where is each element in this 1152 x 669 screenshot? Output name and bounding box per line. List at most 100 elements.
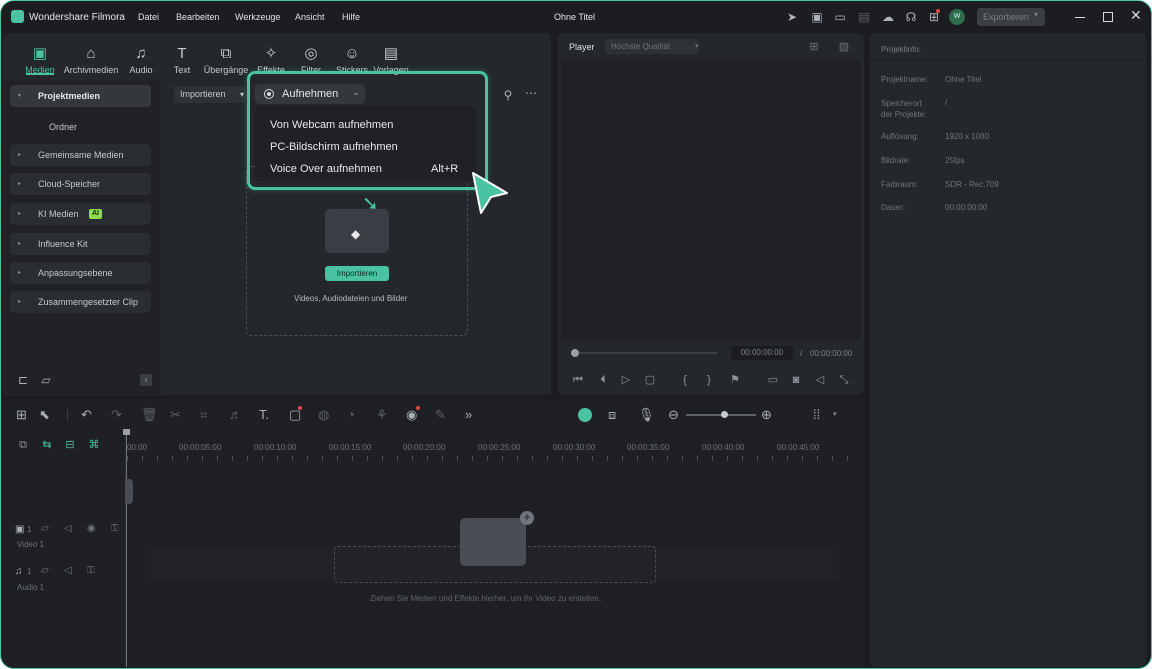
crop-icon[interactable]: ⌗	[200, 407, 207, 423]
text-tool-icon[interactable]: T.	[259, 407, 269, 422]
ai-companion-icon[interactable]	[578, 408, 592, 422]
send-icon[interactable]: ➤	[784, 9, 800, 25]
maximize-icon[interactable]	[1103, 12, 1113, 22]
volume-icon[interactable]: ◁	[64, 565, 72, 576]
group-track-icon[interactable]: ⊟	[62, 437, 78, 453]
zoom-slider-handle[interactable]	[721, 411, 728, 418]
tab-archivmedien[interactable]: ⌂ Archivmedien	[63, 45, 119, 75]
ruler-tick-label: 00:00:40:00	[702, 443, 745, 452]
grid-view-icon[interactable]: ⊞	[806, 39, 822, 55]
volume-icon[interactable]: ◁	[64, 523, 72, 534]
record-dropdown-button[interactable]: Aufnehmen ⌄	[255, 84, 365, 104]
tab-audio[interactable]: ♫ Audio	[127, 45, 155, 75]
snap-icon[interactable]: ⌘	[86, 437, 102, 453]
layout-icon[interactable]: ▭	[832, 9, 848, 25]
quality-dropdown[interactable]: Höchste Qualität ▾	[605, 39, 699, 54]
title-bar: Wondershare Filmora Datei Bearbeiten Wer…	[1, 1, 1151, 33]
playhead-line[interactable]	[126, 431, 127, 667]
new-folder-icon[interactable]: ⊏	[15, 372, 31, 388]
cloud-icon[interactable]: ☁	[880, 9, 896, 25]
scissors-icon[interactable]: ✂	[170, 407, 181, 423]
sidebar-item-ordner[interactable]: Ordner	[49, 122, 77, 132]
progress-track[interactable]	[579, 352, 717, 354]
ruler-tick-label: 00:00	[127, 443, 148, 452]
tab-text[interactable]: T Text	[168, 45, 196, 75]
template-icon: ▤	[383, 45, 399, 62]
info-value-duration: 00:00:00:00	[945, 203, 988, 212]
microphone-icon[interactable]: 🎙	[638, 407, 655, 423]
link-track-icon[interactable]: ⇆	[39, 437, 55, 453]
menu-bearbeiten[interactable]: Bearbeiten	[176, 12, 220, 22]
sidebar-item-projektmedien[interactable]: ▾ Projektmedien	[10, 85, 151, 107]
speed-icon[interactable]: ◔	[347, 407, 355, 422]
play-icon[interactable]: ▷	[618, 372, 634, 388]
chevron-down-icon[interactable]: ▾	[833, 410, 837, 418]
filter-sort-icon[interactable]: ⚲	[500, 87, 516, 103]
eye-icon[interactable]: ◉	[87, 523, 96, 534]
replace-icon[interactable]: ⧈	[608, 407, 616, 423]
folder-icon[interactable]: ▱	[41, 523, 49, 534]
menu-hilfe[interactable]: Hilfe	[342, 12, 360, 22]
select-tool-icon[interactable]: ⬉	[39, 407, 50, 423]
fullscreen-icon[interactable]: ⤡	[836, 372, 852, 388]
add-icon[interactable]: +	[520, 511, 534, 525]
layout-grid-icon[interactable]: ⊞	[16, 407, 27, 423]
menu-ansicht[interactable]: Ansicht	[295, 12, 325, 22]
avatar[interactable]: W	[949, 9, 965, 25]
minimize-icon[interactable]	[1075, 17, 1085, 18]
import-dropdown[interactable]: Importieren ▾	[174, 86, 246, 103]
zoom-out-icon[interactable]: ⊖	[668, 407, 679, 423]
save-icon[interactable]: ▤	[856, 9, 872, 25]
menu-item-webcam[interactable]: Von Webcam aufnehmen	[270, 119, 393, 131]
camera-icon[interactable]: ◙	[788, 372, 804, 388]
zoom-in-icon[interactable]: ⊕	[761, 407, 772, 423]
player-viewport	[561, 59, 861, 341]
menu-item-voiceover[interactable]: Voice Over aufnehmen	[270, 163, 382, 175]
media-library-icon[interactable]: ▣	[809, 9, 825, 25]
audio-edit-icon[interactable]: ♬	[229, 407, 242, 422]
lock-icon[interactable]: ⚿	[111, 523, 119, 534]
display-icon[interactable]: ▭	[765, 372, 781, 388]
step-back-icon[interactable]: ⏴	[595, 372, 611, 388]
headset-icon[interactable]: ☊	[903, 9, 919, 25]
stop-icon[interactable]: ▢	[642, 372, 658, 388]
collapse-sidebar-button[interactable]: ‹	[140, 374, 152, 386]
undo-icon[interactable]: ↶	[81, 407, 92, 423]
volume-icon[interactable]: ◁	[812, 372, 828, 388]
sidebar-item-influence-kit[interactable]: ▸ Influence Kit	[10, 233, 151, 255]
chevron-down-icon: ▾	[695, 43, 699, 50]
mark-in-icon[interactable]: {	[677, 372, 693, 388]
add-track-icon[interactable]: ⧉	[15, 437, 31, 453]
menu-datei[interactable]: Datei	[138, 12, 159, 22]
tab-uebergaenge[interactable]: ⧉ Übergänge	[203, 45, 249, 75]
prev-frame-icon[interactable]: ⏮	[570, 372, 586, 388]
more-options-icon[interactable]: ⋯	[523, 85, 539, 101]
menu-werkzeuge[interactable]: Werkzeuge	[235, 12, 280, 22]
folder-icon[interactable]: ▱	[38, 372, 54, 388]
mark-out-icon[interactable]: }	[701, 372, 717, 388]
playhead-marker[interactable]	[123, 429, 130, 435]
folder-icon[interactable]: ▱	[41, 565, 49, 576]
sidebar-item-cloud-speicher[interactable]: ▸ Cloud-Speicher	[10, 173, 151, 195]
edit-icon[interactable]: ✎	[435, 407, 446, 423]
more-tools-icon[interactable]: »	[465, 407, 472, 422]
sidebar-item-zusammengesetzter-clip[interactable]: ▸ Zusammengesetzter Clip	[10, 291, 151, 313]
close-icon[interactable]: ✕	[1130, 7, 1142, 24]
color-icon[interactable]: ⚘	[376, 407, 388, 423]
import-button[interactable]: Importieren	[325, 266, 389, 281]
playhead-handle[interactable]	[571, 349, 579, 357]
ruler-tick-label: 00:00:05:00	[179, 443, 222, 452]
delete-icon[interactable]: 🗑	[141, 407, 158, 423]
menu-item-screen[interactable]: PC-Bildschirm aufnehmen	[270, 141, 398, 153]
mask-icon[interactable]: ◍	[318, 407, 329, 423]
sidebar-item-ki-medien[interactable]: ▸ KI Medien AI	[10, 203, 151, 225]
timeline-settings-icon[interactable]: ⁞⁞	[813, 407, 820, 422]
marker-icon[interactable]: ⚑	[727, 372, 743, 388]
sidebar-item-anpassungsebene[interactable]: ▸ Anpassungsebene	[10, 262, 151, 284]
snapshot-view-icon[interactable]: ▨	[836, 39, 852, 55]
lock-icon[interactable]: ⚿	[87, 565, 95, 576]
track-scroll-handle[interactable]	[125, 479, 133, 504]
tab-medien[interactable]: ▣ Medien	[23, 45, 57, 75]
sidebar-item-gemeinsame-medien[interactable]: ▸ Gemeinsame Medien	[10, 144, 151, 166]
redo-icon[interactable]: ↷	[111, 407, 122, 423]
